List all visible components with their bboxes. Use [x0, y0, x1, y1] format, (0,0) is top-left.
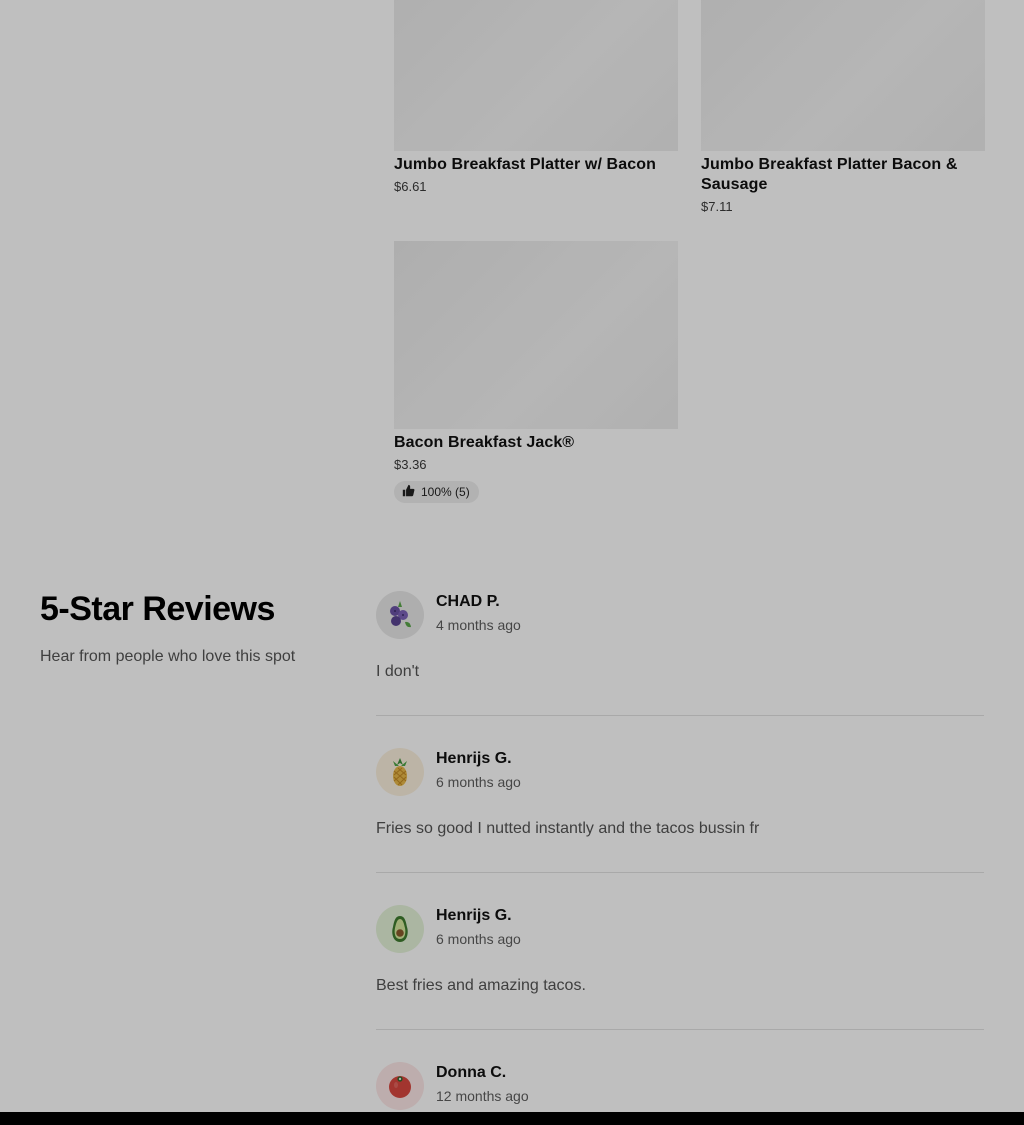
menu-item-image	[701, 0, 985, 151]
review-date: 6 months ago	[436, 931, 521, 947]
divider	[376, 715, 984, 716]
blueberries-icon	[376, 591, 424, 639]
review-item: Donna C. 12 months ago	[376, 1062, 984, 1110]
divider	[376, 872, 984, 873]
reviewer-name: CHAD P.	[436, 593, 500, 610]
review-text: Best fries and amazing tacos.	[376, 977, 586, 994]
review-date: 12 months ago	[436, 1088, 529, 1104]
review-item: CHAD P. 4 months ago I don't	[376, 591, 984, 682]
menu-item-price: $6.61	[394, 179, 427, 194]
rating-badge: 100% (5)	[394, 481, 479, 503]
store-page: Jumbo Breakfast Platter w/ Bacon $6.61 J…	[0, 0, 1024, 1112]
menu-item-card[interactable]: Jumbo Breakfast Platter Bacon & Sausage …	[701, 0, 985, 215]
menu-item-card[interactable]: Bacon Breakfast Jack® $3.36 100% (5)	[394, 241, 678, 503]
menu-item-name: Jumbo Breakfast Platter Bacon & Sausage	[701, 156, 958, 193]
rating-text: 100% (5)	[421, 485, 470, 499]
reviews-subtitle: Hear from people who love this spot	[40, 648, 296, 665]
review-date: 6 months ago	[436, 774, 521, 790]
review-text: I don't	[376, 663, 420, 680]
avocado-icon	[376, 905, 424, 953]
reviewer-name: Donna C.	[436, 1064, 507, 1081]
reviews-title: 5-Star Reviews	[40, 590, 275, 628]
review-date: 4 months ago	[436, 617, 521, 633]
review-text: Fries so good I nutted instantly and the…	[376, 820, 760, 837]
review-item: Henrijs G. 6 months ago Best fries and a…	[376, 905, 984, 996]
reviewer-name: Henrijs G.	[436, 907, 512, 924]
divider	[376, 1029, 984, 1030]
menu-item-name: Jumbo Breakfast Platter w/ Bacon	[394, 156, 656, 173]
menu-item-price: $7.11	[701, 199, 733, 214]
menu-item-card[interactable]: Jumbo Breakfast Platter w/ Bacon $6.61	[394, 0, 678, 195]
menu-item-price: $3.36	[394, 457, 427, 472]
menu-item-image	[394, 0, 678, 151]
thumbs-up-icon	[402, 484, 415, 500]
pineapple-icon	[376, 748, 424, 796]
tomato-icon	[376, 1062, 424, 1110]
menu-item-image	[394, 241, 678, 429]
review-item: Henrijs G. 6 months ago Fries so good I …	[376, 748, 984, 839]
reviewer-name: Henrijs G.	[436, 750, 512, 767]
menu-item-name: Bacon Breakfast Jack®	[394, 434, 575, 451]
